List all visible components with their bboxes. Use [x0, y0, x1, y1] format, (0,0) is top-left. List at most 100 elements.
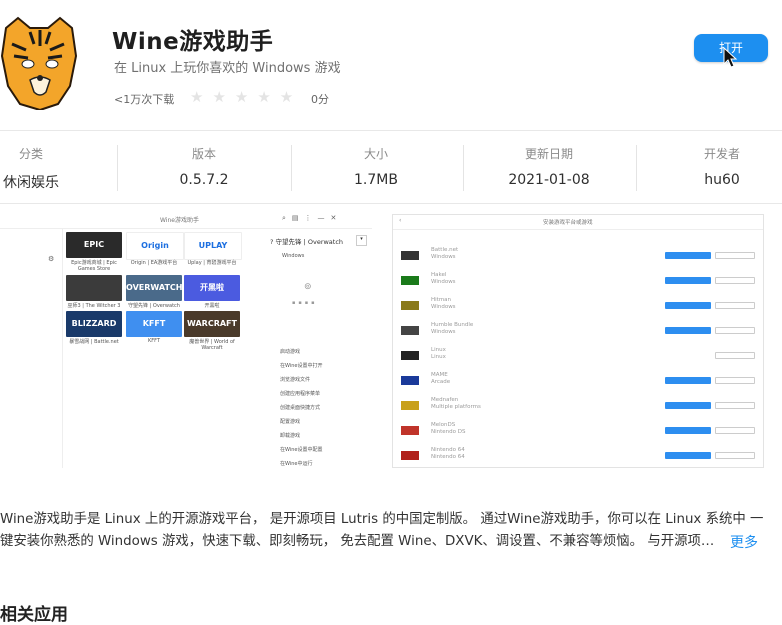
related-apps-heading: 相关应用: [0, 605, 68, 625]
install-button[interactable]: [665, 302, 711, 309]
detail-platform: Windows: [282, 253, 305, 259]
config-button[interactable]: [715, 352, 755, 359]
platform-name: Hitman: [431, 297, 452, 303]
platform-sub: Windows: [431, 254, 456, 260]
platform-row: MelonDS Nintendo DS: [399, 422, 755, 440]
menu-item[interactable]: 启动游戏: [280, 348, 300, 355]
install-button[interactable]: [665, 252, 711, 259]
platform-name: MAME: [431, 372, 448, 378]
install-button[interactable]: [665, 427, 711, 434]
info-category: 分类 休闲娱乐: [0, 145, 62, 192]
platform-name: Battle.net: [431, 247, 459, 253]
menu-item[interactable]: 创建桌面快捷方式: [280, 404, 320, 411]
updated-value: 2021-01-08: [508, 172, 590, 188]
menu-item[interactable]: 创建应用程序菜单: [280, 390, 320, 397]
size-label: 大小: [363, 147, 388, 161]
game-tile[interactable]: UPLAY: [184, 232, 242, 260]
menu-item[interactable]: 配置游戏: [280, 418, 300, 425]
platform-logo-icon: [401, 401, 419, 410]
config-button[interactable]: [715, 327, 755, 334]
config-button[interactable]: [715, 377, 755, 384]
install-button[interactable]: [665, 452, 711, 459]
game-tile[interactable]: EPIC: [66, 232, 122, 258]
screenshot-1[interactable]: Wine游戏助手 ⌕▤⋮—✕ ⚙ EPIC Epic游戏商城 | Epic Gam…: [0, 212, 372, 468]
game-tile-caption: 开黑啦: [204, 303, 220, 309]
screenshot-sidebar: [0, 228, 63, 468]
config-button[interactable]: [715, 302, 755, 309]
screenshot-2[interactable]: ‹ 安装游戏平台或游戏 Battle.net Windows Hakel Window…: [392, 214, 764, 468]
info-size: 大小 1.7MB: [312, 145, 440, 188]
info-updated: 更新日期 2021-01-08: [485, 145, 613, 188]
download-count: <1万次下载: [114, 93, 175, 106]
platform-row: Battle.net Windows: [399, 247, 755, 265]
install-button[interactable]: [665, 377, 711, 384]
platform-sub: Windows: [431, 279, 456, 285]
developer-label: 开发者: [703, 147, 740, 161]
game-tile-caption: KFFT: [148, 338, 160, 344]
platform-sub: Nintendo DS: [431, 429, 466, 435]
game-tile-label: WARCRAFT: [187, 319, 237, 328]
game-tile-label: KFFT: [142, 319, 166, 328]
platform-name: Mednafen: [431, 397, 459, 403]
platform-sub: Arcade: [431, 379, 451, 385]
info-bar: 分类 休闲娱乐 版本 0.5.7.2 大小 1.7MB 更新日期 2021-01…: [0, 130, 782, 204]
game-tile-caption: Origin | EA游戏平台: [130, 260, 178, 266]
app-icon: [0, 16, 78, 110]
category-value: 休闲娱乐: [3, 175, 59, 191]
game-tile-label: BLIZZARD: [71, 319, 117, 328]
screenshot-window-title: Wine游戏助手: [160, 217, 199, 224]
menu-item[interactable]: 在Wine设置中配置: [280, 446, 322, 453]
detail-game-name: 守望先锋 | Overwatch: [275, 238, 344, 246]
game-tile[interactable]: BLIZZARD: [66, 311, 122, 337]
install-button[interactable]: [665, 327, 711, 334]
game-tile-label: UPLAY: [198, 241, 228, 250]
menu-item[interactable]: 在Wine中运行: [280, 460, 312, 467]
game-tile[interactable]: WARCRAFT: [184, 311, 240, 337]
detail-dropdown-icon: ▾: [356, 235, 367, 246]
platform-logo-icon: [401, 326, 419, 335]
version-value: 0.5.7.2: [179, 172, 229, 188]
description-line-1: Wine游戏助手是 Linux 上的开源游戏平台， 是开源项目 Lutris 的…: [0, 512, 764, 527]
menu-item[interactable]: 在Wine设置中打开: [280, 362, 322, 369]
game-tile[interactable]: 开黑啦: [184, 275, 240, 301]
menu-item[interactable]: 浏览游戏文件: [280, 376, 310, 383]
version-label: 版本: [191, 147, 216, 161]
install-button[interactable]: [665, 277, 711, 284]
updated-label: 更新日期: [524, 147, 573, 161]
back-icon: ‹: [399, 217, 402, 224]
config-button[interactable]: [715, 277, 755, 284]
game-tile-caption: Epic游戏商城 | Epic Games Store: [71, 260, 117, 272]
game-tile-label: Origin: [141, 241, 169, 250]
platform-sub: Windows: [431, 304, 456, 310]
game-tile-caption: Uplay | 育碧游戏平台: [187, 260, 237, 266]
platform-row: Mednafen Multiple platforms: [399, 397, 755, 415]
config-button[interactable]: [715, 252, 755, 259]
platform-row: Hitman Windows: [399, 297, 755, 315]
size-value: 1.7MB: [354, 172, 398, 188]
platform-row: Hakel Windows: [399, 272, 755, 290]
config-button[interactable]: [715, 427, 755, 434]
platform-sub: Multiple platforms: [431, 404, 481, 410]
platform-name: Linux: [431, 347, 446, 353]
config-button[interactable]: [715, 402, 755, 409]
description-line-2: 键安装你熟悉的 Windows 游戏，快速下载、即刻畅玩， 免去配置 Wine、…: [0, 534, 715, 549]
game-tile[interactable]: [66, 275, 122, 301]
platform-name: Nintendo 64: [431, 447, 465, 453]
game-tile[interactable]: Origin: [126, 232, 184, 260]
platform-row: MAME Arcade: [399, 372, 755, 390]
settings-icon: ⚙: [48, 255, 55, 263]
game-tile-caption: 巫师3 | The Witcher 3: [67, 303, 121, 309]
install-button[interactable]: [665, 402, 711, 409]
platform-logo-icon: [401, 376, 419, 385]
category-label: 分类: [18, 147, 43, 161]
more-link[interactable]: 更多: [730, 532, 758, 552]
game-tile[interactable]: KFFT: [126, 311, 182, 337]
toolbar-icons: ▪▪▪▪: [292, 300, 318, 306]
game-tile-label: OVERWATCH: [126, 283, 183, 292]
platform-name: Hakel: [431, 272, 447, 278]
platform-row: Humble Bundle Windows: [399, 322, 755, 340]
config-button[interactable]: [715, 452, 755, 459]
game-tile[interactable]: OVERWATCH: [126, 275, 182, 301]
menu-item[interactable]: 卸载游戏: [280, 432, 300, 439]
game-tile-caption: 守望先锋 | Overwatch: [128, 303, 180, 309]
